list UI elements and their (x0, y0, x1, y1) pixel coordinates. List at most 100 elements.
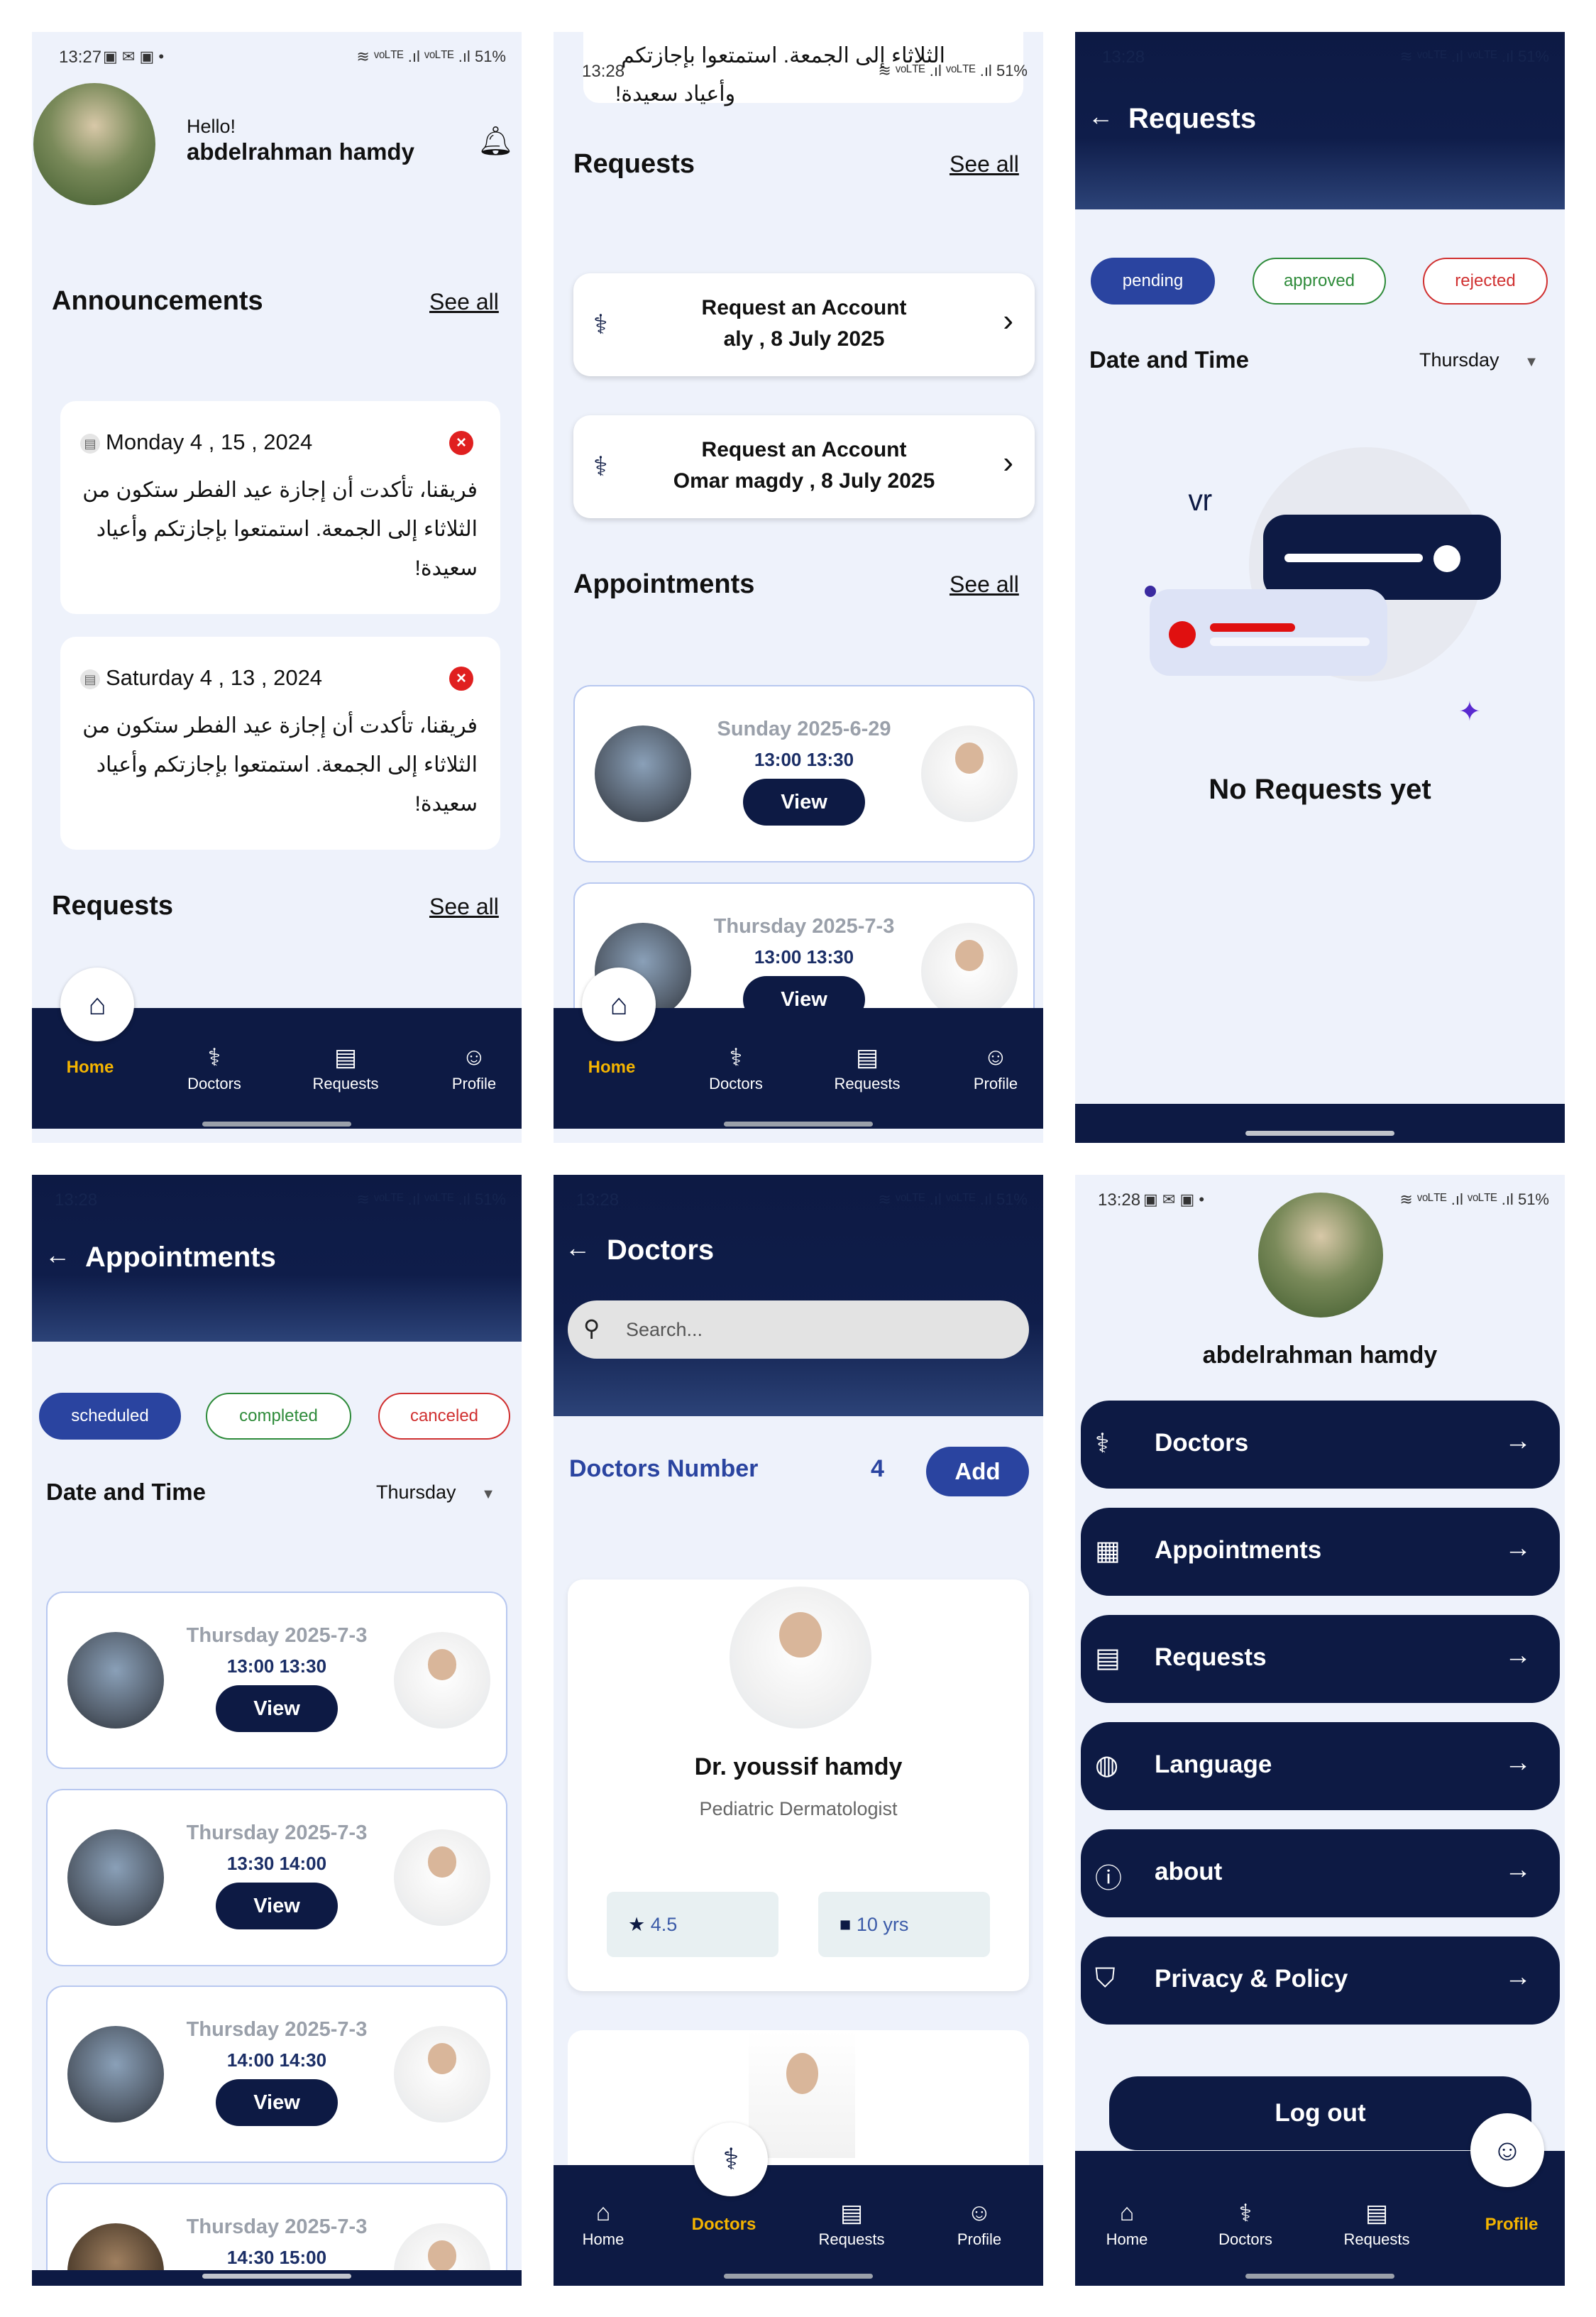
add-doctor-button[interactable]: Add (926, 1447, 1029, 1496)
back-arrow-icon[interactable]: ← (45, 1240, 70, 1270)
bell-icon[interactable]: 🔔︎ (478, 124, 514, 158)
signal-icon: ≋ ᵛᵒᴸᵀᴱ .ıl ᵛᵒᴸᵀᴱ .ıl (356, 1190, 470, 1208)
filter-scheduled[interactable]: scheduled (39, 1393, 181, 1440)
view-button[interactable]: View (216, 2079, 338, 2126)
menu-language[interactable]: ◍ Language → (1081, 1722, 1560, 1810)
doctor-photo (730, 1587, 871, 1729)
request-card[interactable]: ⚕ Request an Account Omar magdy , 8 July… (573, 415, 1035, 518)
nav-doctors[interactable]: ⚕ Doctors (165, 1044, 264, 1093)
menu-doctors[interactable]: ⚕ Doctors → (1081, 1401, 1560, 1489)
nav-requests[interactable]: ▤ Requests (1327, 2199, 1426, 2249)
back-arrow-icon[interactable]: ← (1088, 102, 1113, 131)
requests-see-all[interactable]: See all (950, 151, 1019, 177)
nav-home[interactable]: ⌂ Home (1077, 2199, 1177, 2249)
doctor-avatar (394, 2026, 490, 2122)
home-scrolled-screen: الثلاثاء إلى الجمعة. استمتعوا بإجازتكم و… (554, 32, 1043, 1143)
filter-canceled[interactable]: canceled (378, 1393, 510, 1440)
menu-appointments[interactable]: ▦ Appointments → (1081, 1508, 1560, 1596)
message-icon: ▤ (334, 1044, 358, 1071)
message-icon: ▤ (1365, 2200, 1389, 2227)
logout-button[interactable]: Log out (1109, 2076, 1531, 2150)
nav-requests[interactable]: ▤ Requests (802, 2199, 901, 2249)
gesture-bar (724, 1122, 873, 1127)
nav-home[interactable]: Home (40, 1058, 140, 1078)
filter-rejected[interactable]: rejected (1423, 258, 1548, 305)
nav-home[interactable]: ⌂ Home (554, 2199, 653, 2249)
chevron-right-icon: › (1003, 445, 1013, 480)
view-button[interactable]: View (216, 1685, 338, 1732)
user-avatar[interactable] (33, 83, 155, 205)
filter-completed[interactable]: completed (206, 1393, 351, 1440)
appointment-card[interactable]: Sunday 2025-6-29 13:00 13:30 View (573, 685, 1035, 862)
info-icon: ⓘ (1095, 1864, 1123, 1894)
appointments-title: Appointments (573, 569, 755, 599)
requests-title: Requests (573, 149, 695, 179)
view-button[interactable]: View (216, 1883, 338, 1929)
doctor-card[interactable]: Dr. youssif hamdy Pediatric Dermatologis… (568, 1579, 1029, 1991)
status-bar: 13:28 ≋ ᵛᵒᴸᵀᴱ .ıl ᵛᵒᴸᵀᴱ .ıl 51% (576, 1190, 1028, 1210)
appointments-see-all[interactable]: See all (950, 571, 1019, 598)
doctor-icon: ⚕ (729, 1044, 743, 1071)
filter-approved[interactable]: approved (1253, 258, 1386, 305)
nav-profile[interactable]: ☺ Profile (424, 1044, 522, 1093)
nav-requests[interactable]: ▤ Requests (296, 1044, 395, 1093)
announcement-date: Saturday 4 , 13 , 2024 (106, 665, 323, 690)
arrow-right-icon: → (1504, 1962, 1531, 1992)
nav-profile[interactable]: Profile (1462, 2215, 1561, 2235)
day-dropdown[interactable]: Thursday ▼ (1419, 349, 1539, 371)
view-button[interactable]: View (743, 779, 865, 826)
announcements-see-all[interactable]: See all (429, 289, 499, 315)
doctor-avatar (394, 1632, 490, 1729)
appointment-card[interactable]: Thursday 2025-7-3 13:30 14:00 View (46, 1789, 507, 1966)
nav-profile[interactable]: ☺ Profile (946, 1044, 1043, 1093)
home-icon[interactable]: ⌂ (582, 968, 656, 1041)
nav-doctors[interactable]: ⚕ Doctors (1196, 2199, 1295, 2249)
nav-profile[interactable]: ☺ Profile (930, 2199, 1029, 2249)
appointment-card[interactable]: Thursday 2025-7-3 14:00 14:30 View (46, 1985, 507, 2163)
search-input[interactable]: ⚲ Search... (568, 1300, 1029, 1359)
menu-privacy[interactable]: ⛉ Privacy & Policy → (1081, 1937, 1560, 2025)
doctors-screen: 13:28 ≋ ᵛᵒᴸᵀᴱ .ıl ᵛᵒᴸᵀᴱ .ıl 51% ← Doctor… (554, 1175, 1043, 2286)
delete-icon[interactable]: × (449, 431, 473, 455)
announcement-date: Monday 4 , 15 , 2024 (106, 429, 313, 454)
nav-doctors[interactable]: ⚕ Doctors (686, 1044, 786, 1093)
appointment-card[interactable]: Thursday 2025-7-3 13:00 13:30 View (46, 1592, 507, 1769)
empty-illustration: ✦ ᵥᵣ (1150, 447, 1501, 727)
nav-doctors[interactable]: Doctors (674, 2215, 774, 2235)
date-time-label: Date and Time (1089, 346, 1249, 373)
message-icon: ▤ (1095, 1643, 1121, 1673)
profile-screen: 13:28 ▣ ✉ ▣ • ≋ ᵛᵒᴸᵀᴱ .ıl ᵛᵒᴸᵀᴱ .ıl 51% … (1075, 1175, 1565, 2286)
person-icon[interactable]: ☺ (1470, 2113, 1544, 2187)
requests-see-all[interactable]: See all (429, 894, 499, 920)
home-icon[interactable]: ⌂ (60, 968, 134, 1041)
gesture-bar (1245, 1131, 1394, 1136)
date-time-label: Date and Time (46, 1479, 206, 1505)
menu-about[interactable]: ⓘ about → (1081, 1829, 1560, 1917)
announcement-text: فريقنا، تأكدت أن إجازة عيد الفطر ستكون م… (82, 478, 478, 580)
signal-icon: ≋ ᵛᵒᴸᵀᴱ .ıl ᵛᵒᴸᵀᴱ .ıl (1399, 48, 1514, 65)
calendar-icon: ▦ (1095, 1536, 1121, 1566)
menu-requests[interactable]: ▤ Requests → (1081, 1615, 1560, 1703)
requests-title: Requests (52, 891, 174, 921)
nav-requests[interactable]: ▤ Requests (818, 1044, 917, 1093)
signal-icon: ≋ ᵛᵒᴸᵀᴱ .ıl ᵛᵒᴸᵀᴱ .ıl (878, 62, 992, 80)
message-icon: ▤ (855, 1044, 879, 1071)
requests-screen: 13:28 ≋ ᵛᵒᴸᵀᴱ .ıl ᵛᵒᴸᵀᴱ .ıl 51% ← Reques… (1075, 32, 1565, 1143)
request-card[interactable]: ⚕ Request an Account aly , 8 July 2025 › (573, 273, 1035, 376)
user-avatar[interactable] (1258, 1193, 1383, 1318)
experience-box: ■ 10 yrs (818, 1892, 990, 1957)
delete-icon[interactable]: × (449, 667, 473, 691)
dropdown-arrow-icon: ▼ (481, 1486, 495, 1502)
nav-home[interactable]: Home (562, 1058, 661, 1078)
day-dropdown[interactable]: Thursday ▼ (376, 1481, 495, 1503)
doctor-specialty: Pediatric Dermatologist (699, 1798, 898, 1819)
message-icon: ▤ (840, 2200, 864, 2227)
signal-icon: ≋ ᵛᵒᴸᵀᴱ .ıl ᵛᵒᴸᵀᴱ .ıl (878, 1190, 992, 1208)
back-arrow-icon[interactable]: ← (565, 1233, 590, 1263)
doctor-avatar (394, 1829, 490, 1926)
doctor-icon: ⚕ (1095, 1429, 1110, 1459)
doctor-icon[interactable]: ⚕ (694, 2122, 768, 2196)
arrow-right-icon: → (1504, 1426, 1531, 1456)
filter-pending[interactable]: pending (1091, 258, 1215, 305)
status-icons: ▣ ✉ ▣ • (1143, 1190, 1205, 1208)
